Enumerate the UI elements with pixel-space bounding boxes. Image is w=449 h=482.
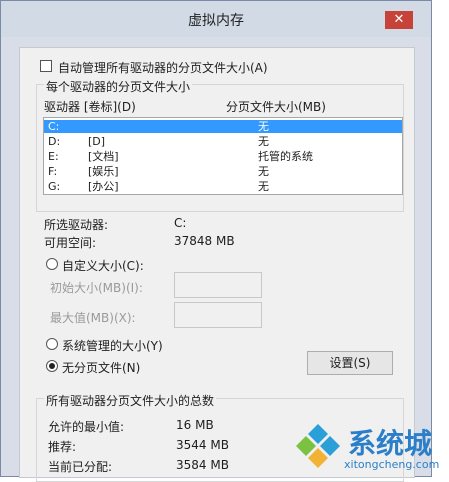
initial-size-input[interactable] xyxy=(174,272,262,298)
available-space-value: 37848 MB xyxy=(174,234,235,248)
initial-size-label: 初始大小(MB)(I): xyxy=(50,281,143,295)
system-managed-label[interactable]: 系统管理的大小(Y) xyxy=(62,337,163,354)
title-bar[interactable]: 虚拟内存 ✕ xyxy=(1,1,431,37)
dialog-body: 自动管理所有驱动器的分页文件大小(A) 每个驱动器的分页文件大小 驱动器 [卷标… xyxy=(19,47,415,482)
current-allocated-value: 3584 MB xyxy=(176,458,229,472)
max-size-label: 最大值(MB)(X): xyxy=(50,311,136,325)
selected-drive-label: 所选驱动器: xyxy=(44,218,109,232)
drive-row-g[interactable]: G: [办公] 无 xyxy=(44,180,402,193)
drive-letter: D: xyxy=(48,135,61,148)
per-drive-group-title: 每个驱动器的分页文件大小 xyxy=(44,78,193,95)
selected-drive-value: C: xyxy=(174,216,187,230)
system-managed-radio[interactable] xyxy=(46,338,58,350)
current-allocated-label: 当前已分配: xyxy=(48,460,113,474)
virtual-memory-dialog: 虚拟内存 ✕ 自动管理所有驱动器的分页文件大小(A) 每个驱动器的分页文件大小 … xyxy=(0,0,432,482)
drive-pagefile-size: 无 xyxy=(258,135,269,148)
max-size-input[interactable] xyxy=(174,302,262,328)
drive-letter: F: xyxy=(48,165,58,178)
no-pagefile-radio[interactable] xyxy=(46,360,58,372)
brand-diamond-icon xyxy=(296,424,340,468)
min-allowed-value: 16 MB xyxy=(176,418,214,432)
drive-row-d[interactable]: D: [D] 无 xyxy=(44,135,402,148)
drive-row-e[interactable]: E: [文档] 托管的系统 xyxy=(44,150,402,163)
drive-pagefile-size: 无 xyxy=(258,165,269,178)
drive-row-c[interactable]: C: 无 xyxy=(44,120,402,133)
auto-manage-checkbox[interactable] xyxy=(40,60,52,72)
custom-size-radio[interactable] xyxy=(46,258,58,270)
drive-letter: G: xyxy=(48,180,61,193)
close-button[interactable]: ✕ xyxy=(385,11,413,29)
recommended-label: 推荐: xyxy=(48,440,77,454)
drive-pagefile-size: 无 xyxy=(258,120,269,133)
column-header-pagefile: 分页文件大小(MB) xyxy=(226,100,326,114)
available-space-label: 可用空间: xyxy=(44,236,97,250)
min-allowed-label: 允许的最小值: xyxy=(48,420,125,434)
custom-size-label[interactable]: 自定义大小(C): xyxy=(62,257,144,274)
window-title: 虚拟内存 xyxy=(188,13,244,29)
set-button[interactable]: 设置(S) xyxy=(307,351,393,375)
drive-row-f[interactable]: F: [娱乐] 无 xyxy=(44,165,402,178)
drive-letter: E: xyxy=(48,150,59,163)
drive-volume: [办公] xyxy=(88,180,119,193)
no-pagefile-label[interactable]: 无分页文件(N) xyxy=(62,359,140,376)
recommended-value: 3544 MB xyxy=(176,438,229,452)
drive-volume: [文档] xyxy=(88,150,119,163)
totals-group-title: 所有驱动器分页文件大小的总数 xyxy=(44,392,217,409)
drive-pagefile-size: 托管的系统 xyxy=(258,150,313,163)
drive-pagefile-size: 无 xyxy=(258,180,269,193)
column-header-drive: 驱动器 [卷标](D) xyxy=(44,100,136,114)
brand-url: xitongcheng.com xyxy=(344,458,440,471)
drive-volume: [娱乐] xyxy=(88,165,119,178)
drive-letter: C: xyxy=(48,120,60,133)
watermark-logo: 系统城 xitongcheng.com xyxy=(294,418,446,476)
brand-name: 系统城 xyxy=(348,427,433,460)
auto-manage-label[interactable]: 自动管理所有驱动器的分页文件大小(A) xyxy=(58,59,268,76)
drive-volume: [D] xyxy=(88,135,106,148)
drive-listbox[interactable]: C: 无 D: [D] 无 E: [文档] 托管的系统 F: [娱乐] 无 G:… xyxy=(43,117,403,195)
